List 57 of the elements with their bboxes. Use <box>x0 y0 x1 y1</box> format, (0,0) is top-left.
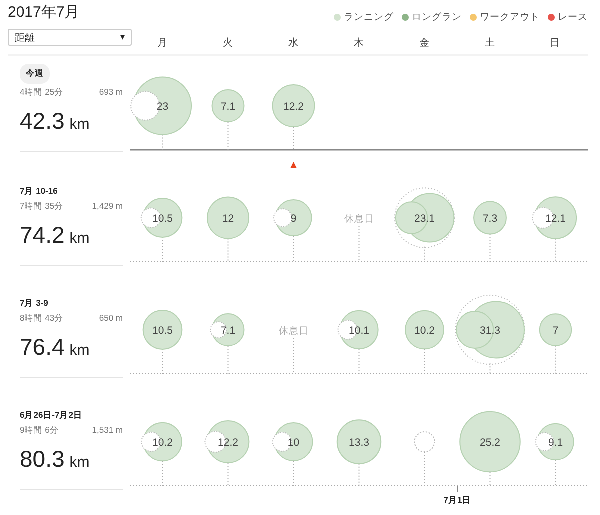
distance-unit: km <box>70 454 90 471</box>
duration-text: 8時間 43分 <box>20 313 64 325</box>
distance-value: 80.3 <box>20 446 65 473</box>
metric-dropdown[interactable]: 距離 ▾ <box>8 29 132 46</box>
distance-bubble[interactable]: 31.3 <box>455 294 526 366</box>
distance-unit: km <box>70 230 90 247</box>
weekday-label: 土 <box>484 36 495 50</box>
weekday-label: 火 <box>223 36 234 50</box>
distance-bubble[interactable]: 7.3 <box>474 201 507 235</box>
week-label: 6月26日-7月2日 <box>20 410 84 422</box>
distance-value: 42.3 <box>20 108 65 135</box>
distance-bubble[interactable]: 10 <box>272 422 314 462</box>
duration-text: 7時間 35分 <box>20 201 64 213</box>
distance-bubble[interactable]: 9.1 <box>535 423 574 461</box>
weekday-label: 日 <box>550 37 560 50</box>
distance-bubble[interactable]: 12.2 <box>204 420 250 464</box>
distance-value: 74.2 <box>20 222 65 249</box>
duration-text: 4時間 25分 <box>20 87 64 99</box>
distance-bubble[interactable]: 7.1 <box>210 314 245 346</box>
distance-bubble[interactable]: 10.2 <box>405 310 444 350</box>
distance-bubble[interactable]: 23.1 <box>394 188 456 248</box>
distance-bubble[interactable]: 10.2 <box>141 422 182 462</box>
distance-bubble[interactable]: 7.1 <box>212 90 245 122</box>
elevation-text: 693 m <box>99 87 123 99</box>
distance-bubble[interactable]: 25.2 <box>460 411 521 473</box>
distance-bubble[interactable]: 10.1 <box>338 310 379 350</box>
week-label: 7月 10-16 <box>20 186 59 198</box>
distance-bubble[interactable]: 12.2 <box>272 84 316 128</box>
elevation-text: 1,429 m <box>92 201 123 213</box>
distance-unit: km <box>70 342 90 359</box>
elevation-text: 1,531 m <box>92 425 123 437</box>
distance-bubble[interactable]: 9 <box>273 200 312 236</box>
distance-unit: km <box>70 116 90 133</box>
distance-bubble[interactable]: 13.3 <box>336 420 382 464</box>
rest-day-label: 休息日 <box>278 326 309 337</box>
legend-label: ロングラン <box>412 11 462 24</box>
weekday-label: 月 <box>158 37 168 50</box>
distance-bubble[interactable]: 10.5 <box>142 310 183 350</box>
month-title: 2017年7月 <box>8 3 81 22</box>
weekday-label: 木 <box>354 36 364 50</box>
elevation-text: 650 m <box>99 313 123 325</box>
rest-day-label: 休息日 <box>344 214 374 225</box>
legend-label: ワークアウト <box>480 11 540 24</box>
distance-bubble[interactable]: 12.1 <box>532 196 578 240</box>
distance-bubble[interactable]: 23 <box>130 76 192 136</box>
month-start-label: 7月1日 <box>444 495 472 505</box>
week-badge: 今週 <box>20 64 50 84</box>
distance-bubble[interactable]: 12 <box>206 196 250 240</box>
weekday-label: 金 <box>419 37 430 50</box>
week-label: 7月 3-9 <box>20 298 50 310</box>
duration-text: 9時間 6分 <box>20 425 59 437</box>
legend-label: レース <box>558 11 588 24</box>
distance-bubble[interactable]: 10.5 <box>140 198 183 238</box>
distance-value: 76.4 <box>20 334 65 361</box>
weekday-label: 水 <box>288 36 299 50</box>
distance-bubble[interactable]: 7 <box>539 314 572 346</box>
legend-label: ランニング <box>344 11 394 24</box>
